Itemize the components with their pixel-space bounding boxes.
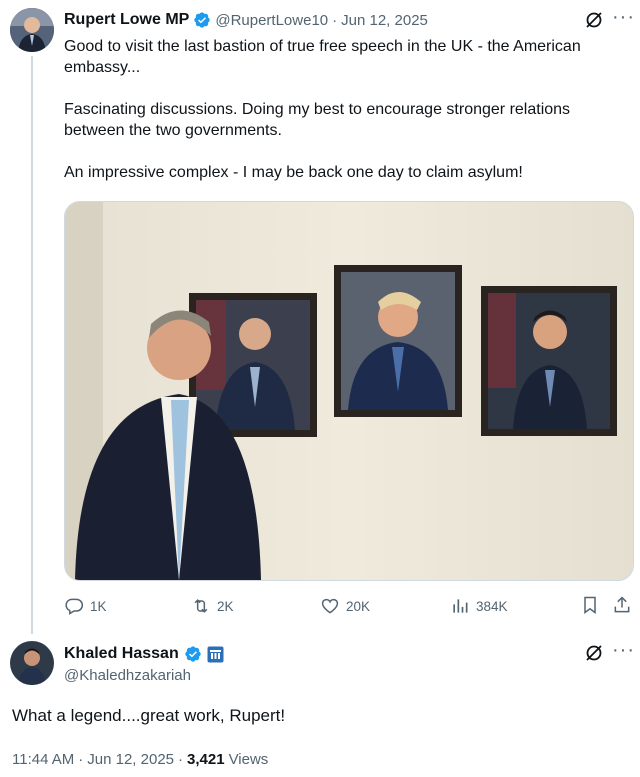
reply-author-avatar[interactable] <box>10 641 54 685</box>
reply-icon <box>65 598 84 615</box>
views-count: 384K <box>476 598 508 614</box>
repost-button[interactable]: 2K <box>191 596 234 616</box>
reply-text: What a legend....great work, Rupert! <box>12 706 286 725</box>
verified-badge-icon <box>185 646 201 662</box>
views-button[interactable]: 384K <box>450 596 508 616</box>
separator-dot: · <box>78 751 84 768</box>
grok-icon[interactable] <box>584 643 604 663</box>
reply-views-count: 3,421 <box>187 751 225 768</box>
author-avatar[interactable] <box>10 8 54 52</box>
verified-badge-icon <box>194 12 211 28</box>
more-icon[interactable]: ··· <box>612 639 635 662</box>
separator-dot: · <box>332 11 338 29</box>
repost-count: 2K <box>217 598 234 614</box>
affiliate-badge-icon[interactable] <box>207 646 224 663</box>
reply-time[interactable]: 11:44 AM <box>12 751 74 768</box>
tweet-date[interactable]: Jun 12, 2025 <box>341 12 428 29</box>
more-icon[interactable]: ··· <box>612 6 635 29</box>
reply-author-handle[interactable]: @Khaledhzakariah <box>64 667 191 684</box>
author-handle[interactable]: @RupertLowe10 <box>215 12 328 29</box>
like-icon <box>321 598 339 614</box>
separator-dot: · <box>178 751 184 768</box>
thread-line <box>31 56 33 634</box>
bookmark-button[interactable] <box>580 595 600 620</box>
reply-views-label: Views <box>228 751 269 768</box>
reply-date[interactable]: Jun 12, 2025 <box>87 751 174 768</box>
tweet-photo[interactable] <box>64 201 634 581</box>
reply-author-name[interactable]: Khaled Hassan <box>64 645 179 663</box>
share-icon <box>614 596 630 613</box>
repost-icon <box>194 599 208 613</box>
grok-icon[interactable] <box>584 10 604 30</box>
share-button[interactable] <box>612 595 632 620</box>
reply-button[interactable]: 1K <box>64 596 107 616</box>
tweet-text: Good to visit the last bastion of true f… <box>64 38 581 181</box>
reply-count: 1K <box>90 598 107 614</box>
author-name[interactable]: Rupert Lowe MP <box>64 11 189 29</box>
bookmark-icon <box>584 596 596 614</box>
like-count: 20K <box>346 598 371 614</box>
views-icon <box>453 599 468 613</box>
like-button[interactable]: 20K <box>320 596 370 616</box>
